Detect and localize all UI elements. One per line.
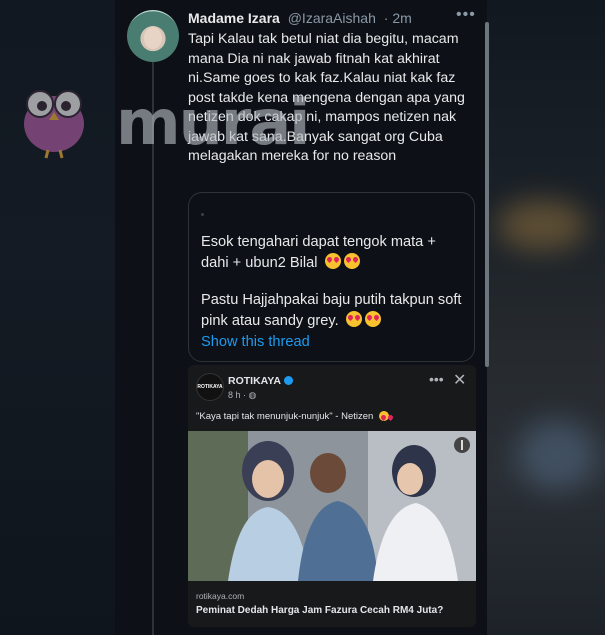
heart-eyes-emoji-icon — [345, 311, 362, 327]
globe-icon: ◍ — [248, 390, 257, 400]
right-blurred-panel — [487, 0, 605, 635]
heart-eyes-emoji-icon — [364, 311, 381, 327]
author-avatar[interactable] — [127, 10, 179, 62]
quote-paragraph-1-text: Esok tengahari dapat tengok mata + dahi … — [201, 234, 436, 271]
quote-paragraph-2-text: Pastu Hajjahpakai baju putih takpun soft… — [201, 292, 462, 329]
link-domain[interactable]: rotikaya.com — [196, 591, 244, 601]
post-time: 8 h · ◍ — [228, 390, 256, 401]
author-handle[interactable]: @IzaraAishah — [288, 10, 376, 26]
page-name[interactable]: ROTIKAYA — [228, 375, 293, 387]
photo-illustration — [188, 431, 476, 581]
quote-paragraph-1: Esok tengahari dapat tengok mata + dahi … — [201, 232, 463, 274]
more-options-icon[interactable]: ••• — [456, 6, 476, 24]
emoji-icon — [378, 411, 389, 421]
link-headline[interactable]: Peminat Dedah Harga Jam Fazura Cecah RM4… — [196, 605, 443, 616]
avatar-face — [144, 27, 162, 49]
heart-eyes-emoji-icon — [324, 253, 341, 269]
tweet-time[interactable]: · 2m — [384, 10, 412, 26]
post-more-icon[interactable]: ••• — [429, 371, 444, 387]
author-name[interactable]: Madame Izara — [188, 10, 280, 26]
owl-logo-icon — [24, 90, 84, 159]
quote-paragraph-2: Pastu Hajjahpakai baju putih takpun soft… — [201, 290, 463, 332]
verified-badge-icon — [283, 376, 293, 385]
tweet-header: Madame Izara @IzaraAishah · 2m — [188, 10, 412, 26]
post-time-text: 8 h · — [228, 390, 249, 400]
watermark: murai — [18, 82, 348, 162]
post-caption: "Kaya tapi tak menunjuk-nunjuk" - Netize… — [196, 411, 389, 422]
close-icon[interactable]: ✕ — [453, 370, 466, 390]
quoted-tweet-card[interactable]: Esok tengahari dapat tengok mata + dahi … — [188, 192, 475, 362]
quote-avatar-placeholder — [201, 213, 204, 216]
post-caption-text: "Kaya tapi tak menunjuk-nunjuk" - Netize… — [196, 411, 374, 422]
post-photo[interactable] — [188, 431, 476, 581]
scrollbar[interactable] — [485, 22, 489, 367]
page-name-text[interactable]: ROTIKAYA — [228, 375, 281, 387]
show-thread-link[interactable]: Show this thread — [201, 334, 310, 350]
heart-eyes-emoji-icon — [343, 253, 360, 269]
watermark-text: murai — [116, 86, 310, 159]
embedded-facebook-post[interactable]: ROTIKAYA ROTIKAYA 8 h · ◍ ••• ✕ "Kaya ta… — [188, 365, 476, 627]
page-logo[interactable]: ROTIKAYA — [196, 373, 224, 401]
